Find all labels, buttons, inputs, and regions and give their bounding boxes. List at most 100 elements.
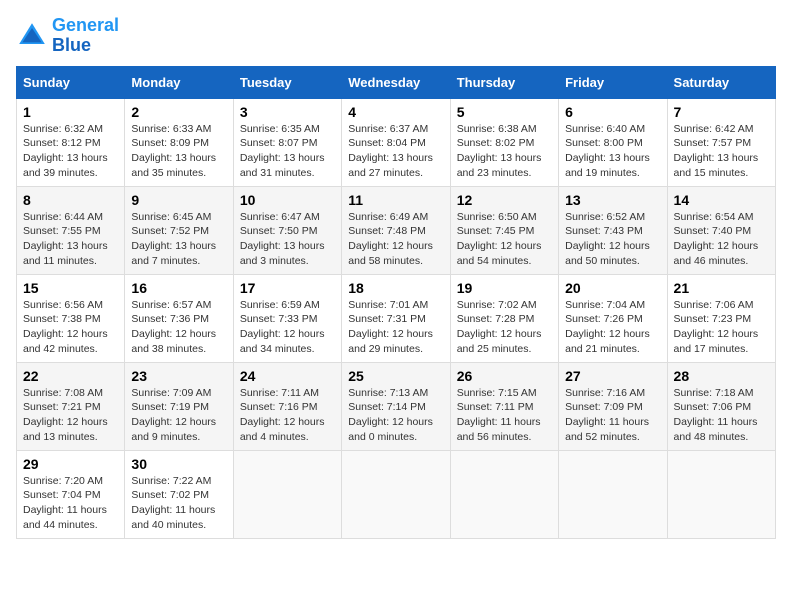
calendar-table: SundayMondayTuesdayWednesdayThursdayFrid… <box>16 66 776 539</box>
calendar-cell <box>342 450 450 538</box>
day-info: Sunrise: 7:13 AMSunset: 7:14 PMDaylight:… <box>348 386 443 445</box>
day-info: Sunrise: 6:56 AMSunset: 7:38 PMDaylight:… <box>23 298 118 357</box>
day-number: 27 <box>565 368 660 384</box>
calendar-cell: 11Sunrise: 6:49 AMSunset: 7:48 PMDayligh… <box>342 186 450 274</box>
day-info: Sunrise: 7:16 AMSunset: 7:09 PMDaylight:… <box>565 386 660 445</box>
day-number: 3 <box>240 104 335 120</box>
calendar-cell: 26 Sunrise: 7:15 AMSunset: 7:11 PMDayligh… <box>450 362 558 450</box>
calendar-cell: 13Sunrise: 6:52 AMSunset: 7:43 PMDayligh… <box>559 186 667 274</box>
calendar-cell: 2 Sunrise: 6:33 AMSunset: 8:09 PMDaylight… <box>125 98 233 186</box>
day-info: Sunrise: 6:35 AMSunset: 8:07 PMDaylight:… <box>240 122 335 181</box>
calendar-cell <box>667 450 775 538</box>
header-monday: Monday <box>125 66 233 98</box>
day-number: 4 <box>348 104 443 120</box>
day-number: 23 <box>131 368 226 384</box>
calendar-cell <box>450 450 558 538</box>
day-info: Sunrise: 7:02 AMSunset: 7:28 PMDaylight:… <box>457 298 552 357</box>
day-info: Sunrise: 6:40 AMSunset: 8:00 PMDaylight:… <box>565 122 660 181</box>
day-number: 28 <box>674 368 769 384</box>
day-number: 19 <box>457 280 552 296</box>
day-number: 2 <box>131 104 226 120</box>
day-number: 9 <box>131 192 226 208</box>
logo-text: General Blue <box>52 16 119 56</box>
header-saturday: Saturday <box>667 66 775 98</box>
day-info: Sunrise: 6:37 AMSunset: 8:04 PMDaylight:… <box>348 122 443 181</box>
day-number: 14 <box>674 192 769 208</box>
day-info: Sunrise: 7:06 AMSunset: 7:23 PMDaylight:… <box>674 298 769 357</box>
day-info: Sunrise: 6:38 AMSunset: 8:02 PMDaylight:… <box>457 122 552 181</box>
calendar-cell: 6 Sunrise: 6:40 AMSunset: 8:00 PMDaylight… <box>559 98 667 186</box>
calendar-header-row: SundayMondayTuesdayWednesdayThursdayFrid… <box>17 66 776 98</box>
day-info: Sunrise: 6:54 AMSunset: 7:40 PMDaylight:… <box>674 210 769 269</box>
calendar-week-row: 1 Sunrise: 6:32 AMSunset: 8:12 PMDaylight… <box>17 98 776 186</box>
day-number: 20 <box>565 280 660 296</box>
day-number: 18 <box>348 280 443 296</box>
day-info: Sunrise: 6:59 AMSunset: 7:33 PMDaylight:… <box>240 298 335 357</box>
calendar-cell: 20Sunrise: 7:04 AMSunset: 7:26 PMDayligh… <box>559 274 667 362</box>
calendar-cell: 14 Sunrise: 6:54 AMSunset: 7:40 PMDayligh… <box>667 186 775 274</box>
calendar-cell: 19 Sunrise: 7:02 AMSunset: 7:28 PMDayligh… <box>450 274 558 362</box>
header-tuesday: Tuesday <box>233 66 341 98</box>
day-number: 7 <box>674 104 769 120</box>
calendar-cell: 24Sunrise: 7:11 AMSunset: 7:16 PMDayligh… <box>233 362 341 450</box>
day-info: Sunrise: 7:20 AMSunset: 7:04 PMDaylight:… <box>23 474 118 533</box>
calendar-week-row: 29 Sunrise: 7:20 AMSunset: 7:04 PMDayligh… <box>17 450 776 538</box>
calendar-cell: 28 Sunrise: 7:18 AMSunset: 7:06 PMDayligh… <box>667 362 775 450</box>
day-number: 17 <box>240 280 335 296</box>
calendar-week-row: 15 Sunrise: 6:56 AMSunset: 7:38 PMDayligh… <box>17 274 776 362</box>
calendar-cell: 22 Sunrise: 7:08 AMSunset: 7:21 PMDayligh… <box>17 362 125 450</box>
day-number: 10 <box>240 192 335 208</box>
day-number: 25 <box>348 368 443 384</box>
day-number: 15 <box>23 280 118 296</box>
day-info: Sunrise: 7:11 AMSunset: 7:16 PMDaylight:… <box>240 386 335 445</box>
day-number: 30 <box>131 456 226 472</box>
day-number: 29 <box>23 456 118 472</box>
calendar-week-row: 22 Sunrise: 7:08 AMSunset: 7:21 PMDayligh… <box>17 362 776 450</box>
header-wednesday: Wednesday <box>342 66 450 98</box>
day-info: Sunrise: 6:44 AMSunset: 7:55 PMDaylight:… <box>23 210 118 269</box>
day-number: 16 <box>131 280 226 296</box>
calendar-cell: 9 Sunrise: 6:45 AMSunset: 7:52 PMDaylight… <box>125 186 233 274</box>
calendar-cell: 30 Sunrise: 7:22 AMSunset: 7:02 PMDayligh… <box>125 450 233 538</box>
day-info: Sunrise: 6:45 AMSunset: 7:52 PMDaylight:… <box>131 210 226 269</box>
calendar-cell: 15 Sunrise: 6:56 AMSunset: 7:38 PMDayligh… <box>17 274 125 362</box>
day-info: Sunrise: 6:50 AMSunset: 7:45 PMDaylight:… <box>457 210 552 269</box>
calendar-cell <box>559 450 667 538</box>
calendar-cell: 3 Sunrise: 6:35 AMSunset: 8:07 PMDaylight… <box>233 98 341 186</box>
calendar-cell: 1 Sunrise: 6:32 AMSunset: 8:12 PMDaylight… <box>17 98 125 186</box>
day-number: 26 <box>457 368 552 384</box>
day-number: 13 <box>565 192 660 208</box>
day-info: Sunrise: 7:09 AMSunset: 7:19 PMDaylight:… <box>131 386 226 445</box>
day-info: Sunrise: 6:33 AMSunset: 8:09 PMDaylight:… <box>131 122 226 181</box>
day-info: Sunrise: 7:01 AMSunset: 7:31 PMDaylight:… <box>348 298 443 357</box>
day-number: 11 <box>348 192 443 208</box>
calendar-cell: 17 Sunrise: 6:59 AMSunset: 7:33 PMDayligh… <box>233 274 341 362</box>
page-header: General Blue <box>16 16 776 56</box>
day-number: 22 <box>23 368 118 384</box>
calendar-cell: 10Sunrise: 6:47 AMSunset: 7:50 PMDayligh… <box>233 186 341 274</box>
calendar-cell: 4 Sunrise: 6:37 AMSunset: 8:04 PMDaylight… <box>342 98 450 186</box>
logo: General Blue <box>16 16 119 56</box>
day-info: Sunrise: 7:22 AMSunset: 7:02 PMDaylight:… <box>131 474 226 533</box>
day-number: 5 <box>457 104 552 120</box>
calendar-cell: 25 Sunrise: 7:13 AMSunset: 7:14 PMDayligh… <box>342 362 450 450</box>
header-sunday: Sunday <box>17 66 125 98</box>
calendar-cell: 27 Sunrise: 7:16 AMSunset: 7:09 PMDayligh… <box>559 362 667 450</box>
day-number: 6 <box>565 104 660 120</box>
calendar-cell: 7 Sunrise: 6:42 AMSunset: 7:57 PMDaylight… <box>667 98 775 186</box>
calendar-cell: 18 Sunrise: 7:01 AMSunset: 7:31 PMDayligh… <box>342 274 450 362</box>
day-info: Sunrise: 7:15 AMSunset: 7:11 PMDaylight:… <box>457 386 552 445</box>
calendar-week-row: 8Sunrise: 6:44 AMSunset: 7:55 PMDaylight… <box>17 186 776 274</box>
day-info: Sunrise: 7:18 AMSunset: 7:06 PMDaylight:… <box>674 386 769 445</box>
day-number: 21 <box>674 280 769 296</box>
day-number: 1 <box>23 104 118 120</box>
calendar-cell: 23 Sunrise: 7:09 AMSunset: 7:19 PMDayligh… <box>125 362 233 450</box>
day-info: Sunrise: 6:42 AMSunset: 7:57 PMDaylight:… <box>674 122 769 181</box>
calendar-cell: 12Sunrise: 6:50 AMSunset: 7:45 PMDayligh… <box>450 186 558 274</box>
logo-icon <box>16 20 48 52</box>
day-info: Sunrise: 7:08 AMSunset: 7:21 PMDaylight:… <box>23 386 118 445</box>
day-info: Sunrise: 6:32 AMSunset: 8:12 PMDaylight:… <box>23 122 118 181</box>
calendar-cell: 5 Sunrise: 6:38 AMSunset: 8:02 PMDaylight… <box>450 98 558 186</box>
day-info: Sunrise: 6:57 AMSunset: 7:36 PMDaylight:… <box>131 298 226 357</box>
calendar-cell: 29 Sunrise: 7:20 AMSunset: 7:04 PMDayligh… <box>17 450 125 538</box>
